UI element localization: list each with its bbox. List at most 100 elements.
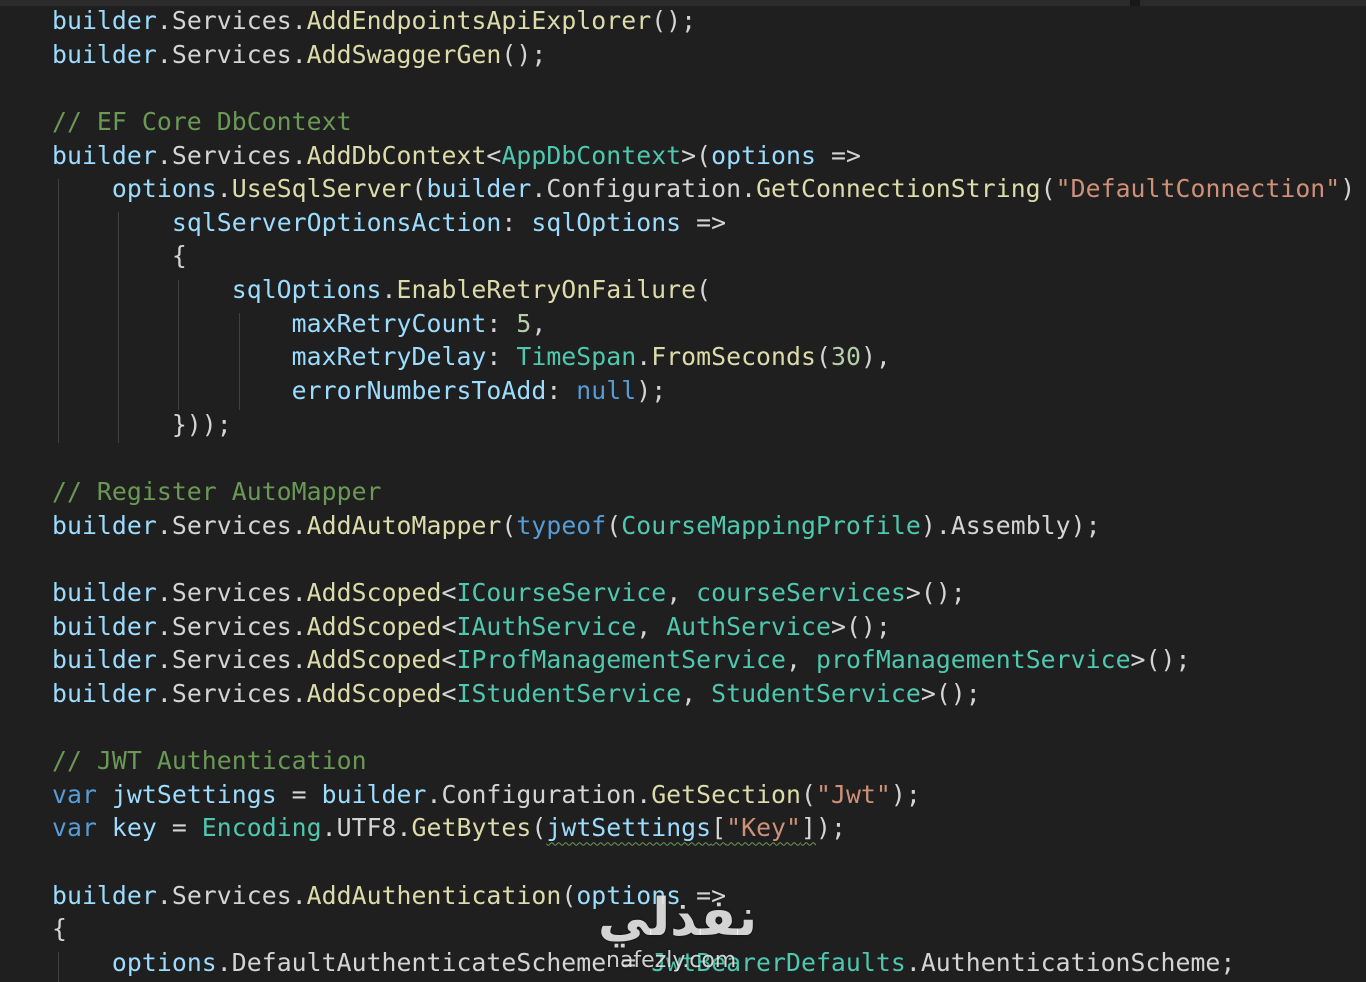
code-token: AppDbContext [501,140,682,170]
code-token: . [426,779,442,809]
code-line[interactable]: // JWT Authentication [52,744,1366,778]
code-token: AddAuthentication [306,880,562,910]
code-token: >( [681,140,712,170]
code-token: options [711,140,816,170]
code-token: . [156,611,172,641]
code-line[interactable]: builder.Services.AddEndpointsApiExplorer… [52,4,1366,38]
code-line[interactable] [52,542,1366,576]
code-token: builder [52,510,157,540]
code-token: Services [171,880,292,910]
code-token: JwtBearerDefaults [651,947,906,977]
code-token: => [815,140,861,170]
code-line[interactable]: })); [52,408,1366,442]
code-lines[interactable]: builder.Services.AddEndpointsApiExplorer… [52,4,1366,980]
code-token: TimeSpan [516,342,637,372]
code-line[interactable]: // Register AutoMapper [52,475,1366,509]
code-token: . [291,140,307,170]
code-token: (); [651,6,697,35]
code-token: "Key" [726,813,802,843]
code-token: >(); [830,611,891,641]
code-comment: // Register AutoMapper [52,476,382,506]
code-line[interactable]: { [52,912,1366,946]
code-token: options [111,174,217,204]
code-token: AuthenticationScheme [920,947,1221,977]
code-line[interactable]: options.DefaultAuthenticateScheme = JwtB… [52,946,1366,980]
code-line[interactable] [52,845,1366,879]
code-token: ( [801,779,816,809]
code-token: var [52,813,97,843]
code-token: < [441,678,457,708]
code-token: , [531,308,547,338]
code-token: = [156,813,202,843]
code-comment: // EF Core DbContext [52,106,352,136]
code-token: = [606,947,652,977]
code-line[interactable]: var key = Encoding.UTF8.GetBytes(jwtSett… [52,811,1366,845]
code-line[interactable]: builder.Services.AddScoped<IStudentServi… [52,677,1366,711]
code-token: < [441,577,457,607]
code-token: AddScoped [306,577,442,607]
code-token: . [321,813,337,843]
code-token: options [111,947,217,977]
code-token: ); [636,376,667,406]
code-token: builder [52,39,157,69]
code-line[interactable]: builder.Services.AddDbContext<AppDbConte… [52,139,1366,173]
code-token: sqlServerOptionsAction [171,207,502,237]
code-line[interactable]: maxRetryDelay: TimeSpan.FromSeconds(30), [52,340,1366,374]
code-token: : [486,308,517,338]
code-line[interactable]: maxRetryCount: 5, [52,307,1366,341]
code-line[interactable]: builder.Services.AddScoped<ICourseServic… [52,576,1366,610]
code-token: AddScoped [306,645,442,675]
code-token: IProfManagementService [456,645,787,675]
code-token: options [576,880,682,910]
code-token: ( [1040,174,1056,204]
code-token: "DefaultConnection" [1055,174,1341,204]
code-line[interactable]: builder.Services.AddAutoMapper(typeof(Co… [52,509,1366,543]
code-line[interactable]: errorNumbersToAdd: null); [52,374,1366,408]
warning-squiggle[interactable]: jwtSettings["Key"] [546,813,816,842]
code-token: sqlOptions [231,275,382,305]
code-token: Services [171,611,292,641]
code-line[interactable]: options.UseSqlServer(builder.Configurati… [52,172,1366,206]
code-token: . [156,645,172,675]
code-line[interactable] [52,71,1366,105]
code-token: ( [411,174,427,204]
code-token: builder [52,140,157,170]
code-line[interactable] [52,710,1366,744]
code-line[interactable]: builder.Services.AddScoped<IAuthService,… [52,610,1366,644]
code-token: AddDbContext [306,140,487,170]
code-line[interactable]: sqlOptions.EnableRetryOnFailure( [52,273,1366,307]
code-line[interactable]: // EF Core DbContext [52,105,1366,139]
code-token: builder [52,880,157,910]
code-token: >(); [905,577,966,607]
code-token: builder [321,779,427,809]
code-line[interactable]: var jwtSettings = builder.Configuration.… [52,778,1366,812]
code-token: GetBytes [411,813,532,843]
code-token: . [636,779,652,809]
code-line[interactable]: builder.Services.AddSwaggerGen(); [52,38,1366,72]
code-token: . [156,140,172,170]
code-token: => [681,207,727,237]
code-token: ( [606,510,622,540]
code-token: . [291,880,307,910]
code-token: . [156,6,172,35]
code-token: ; [1220,947,1236,977]
code-token: >(); [920,678,981,708]
code-editor[interactable]: builder.Services.AddEndpointsApiExplorer… [0,0,1366,982]
code-line[interactable] [52,441,1366,475]
code-token: Services [171,510,292,540]
code-line[interactable]: { [52,239,1366,273]
code-line[interactable]: sqlServerOptionsAction: sqlOptions => [52,206,1366,240]
code-line[interactable]: builder.Services.AddAuthentication(optio… [52,879,1366,913]
code-comment: // JWT Authentication [52,746,367,776]
code-token: 30 [830,342,861,372]
code-token: var [52,779,97,809]
code-token: Services [171,39,292,69]
code-token: AddSwaggerGen [306,39,502,69]
code-line[interactable]: builder.Services.AddScoped<IProfManageme… [52,643,1366,677]
code-token: , [681,678,712,708]
code-token: Configuration [546,174,742,204]
code-token: GetConnectionString [756,174,1041,204]
code-token: ] [801,813,817,843]
